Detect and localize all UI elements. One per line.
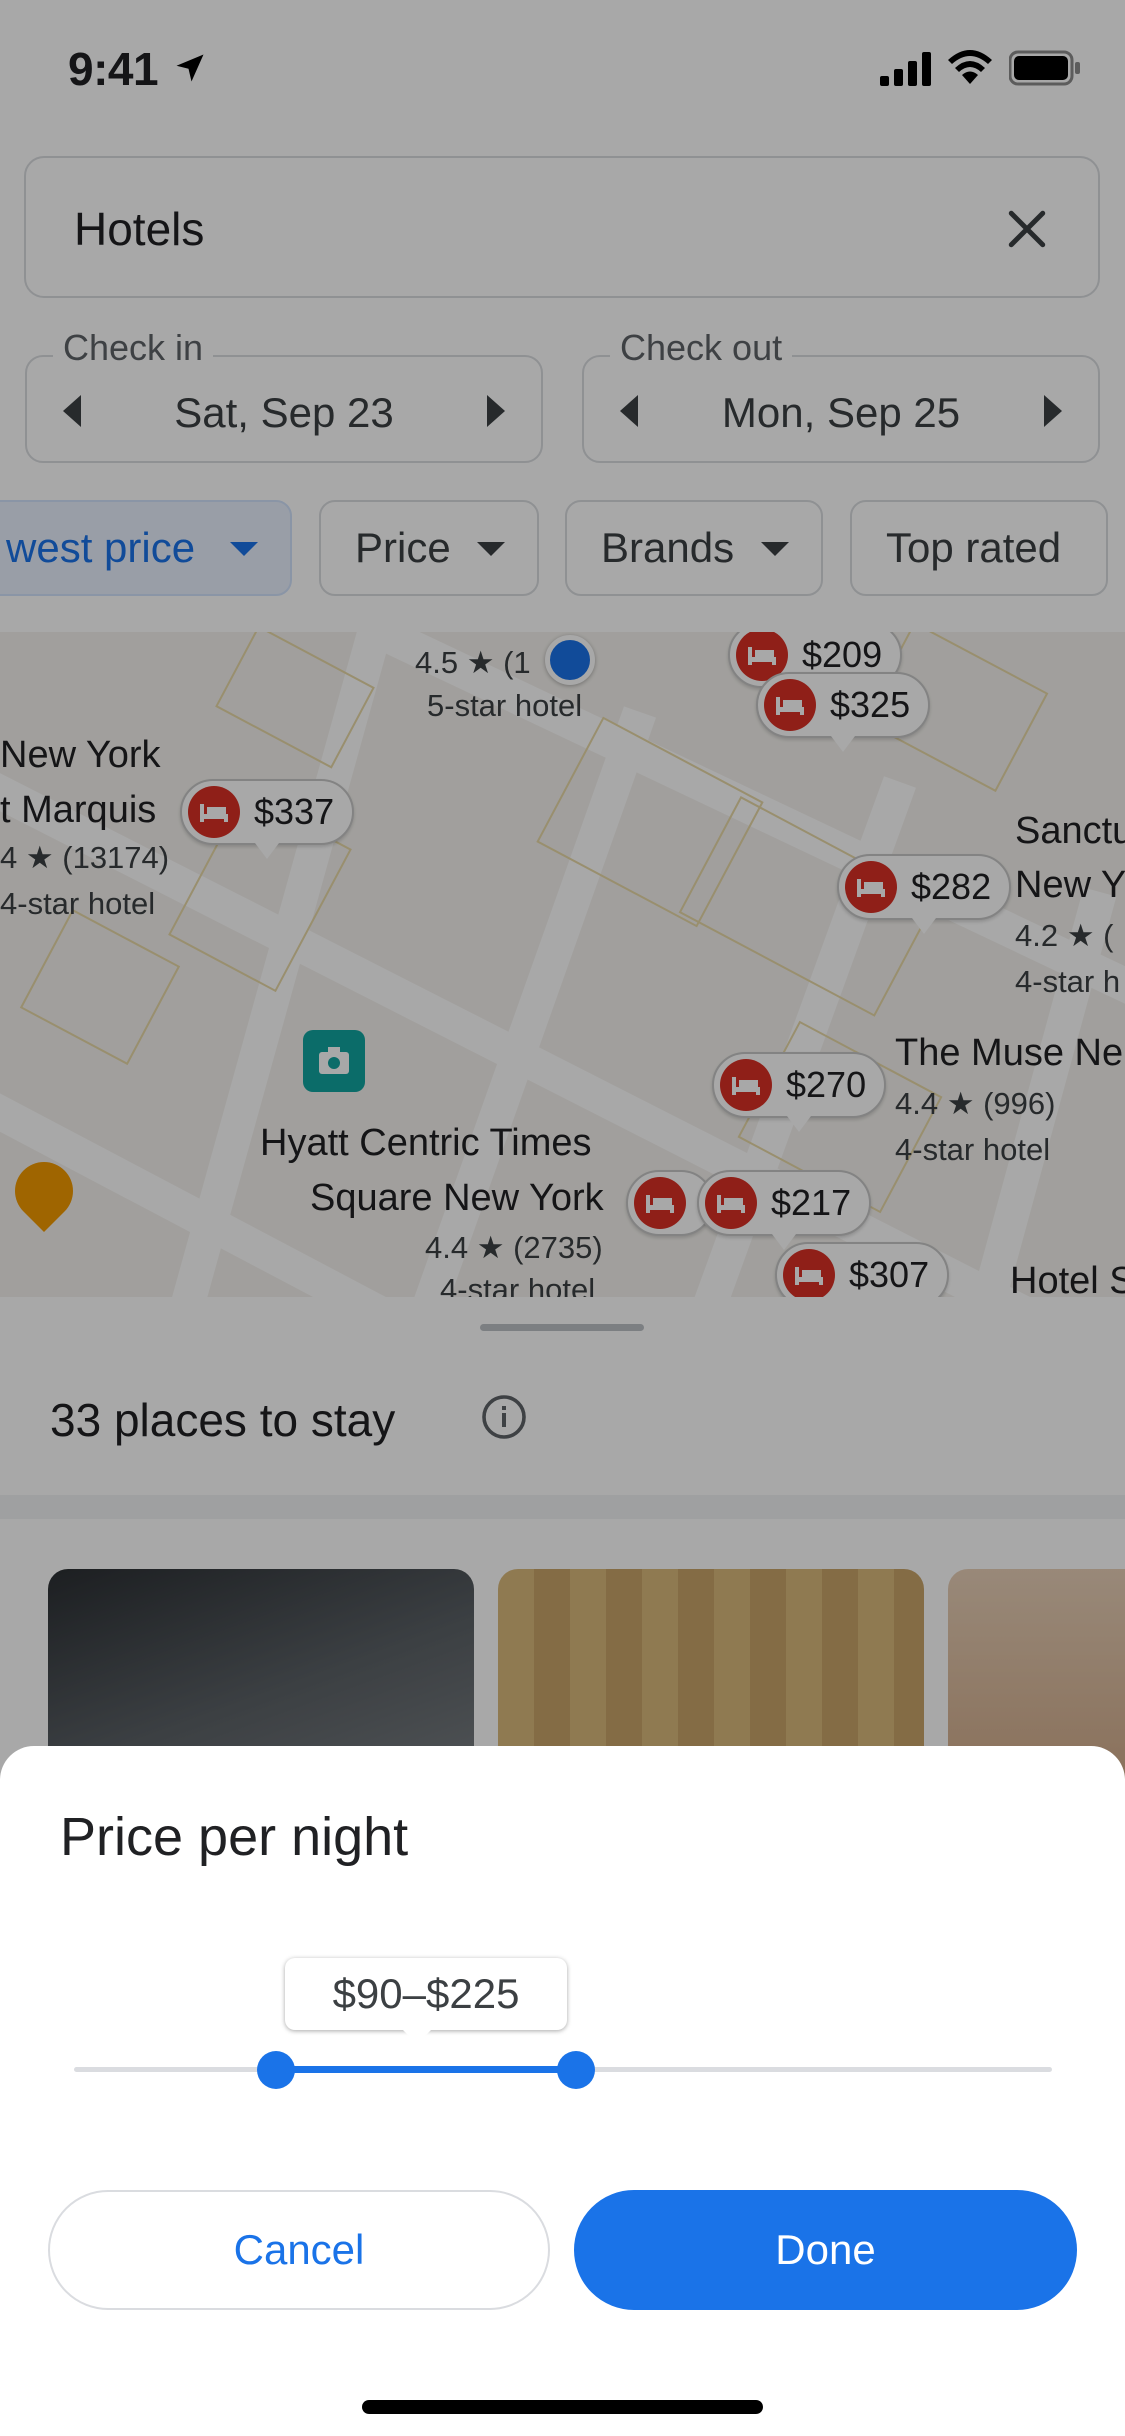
tooltip-tail	[403, 2030, 431, 2044]
done-button[interactable]: Done	[574, 2190, 1077, 2310]
price-slider-selected-range	[276, 2066, 576, 2073]
sheet-title: Price per night	[60, 1807, 409, 1867]
price-slider-min-handle[interactable]	[257, 2051, 295, 2089]
home-indicator[interactable]	[362, 2400, 763, 2414]
hotels-app: 9:41 Hotels Check in Sat, Sep 23 Check o…	[0, 0, 1125, 2436]
cancel-button[interactable]: Cancel	[48, 2190, 550, 2310]
price-range-tooltip: $90–$225	[285, 1958, 567, 2044]
price-range-label: $90–$225	[332, 1970, 520, 2017]
price-slider-max-handle[interactable]	[557, 2051, 595, 2089]
price-filter-sheet: Price per night $90–$225 Cancel Done	[0, 1746, 1125, 2436]
